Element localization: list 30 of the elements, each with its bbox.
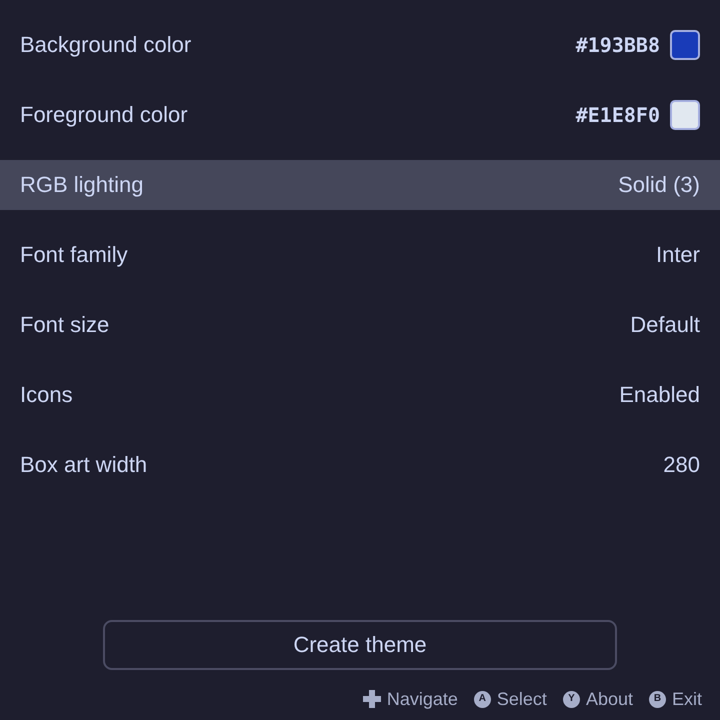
settings-row[interactable]: RGB lighting Solid (3) [0, 160, 720, 210]
setting-label: RGB lighting [20, 172, 144, 198]
controller-key-icon: B [648, 690, 666, 708]
hint-label: Select [496, 688, 547, 710]
dpad-icon [362, 690, 381, 708]
hint-label: About [586, 688, 633, 710]
setting-label: Background color [20, 32, 192, 58]
setting-value: Default [630, 312, 700, 338]
settings-row[interactable]: Font family Inter [0, 230, 720, 280]
settings-row[interactable]: Icons Enabled [0, 370, 720, 420]
hex-value: #193BB8 [576, 33, 660, 57]
settings-row[interactable]: Background color #193BB8 [0, 20, 720, 70]
setting-label: Foreground color [20, 102, 188, 128]
hex-value: #E1E8F0 [576, 103, 660, 127]
controller-key-icon: A [474, 690, 491, 708]
setting-label: Icons [20, 382, 73, 408]
create-theme-button[interactable]: Create theme [103, 620, 617, 670]
setting-value: Enabled [619, 382, 700, 408]
setting-label: Box art width [20, 452, 148, 478]
setting-value: Solid (3) [618, 172, 700, 198]
settings-row[interactable]: Foreground color #E1E8F0 [0, 90, 720, 140]
setting-value: Inter [656, 242, 700, 268]
hint-label: Exit [672, 688, 702, 710]
setting-label: Font size [20, 312, 110, 338]
controller-key-icon: Y [562, 690, 580, 708]
setting-value: 280 [663, 452, 700, 478]
settings-row[interactable]: Font size Default [0, 300, 720, 350]
settings-row[interactable]: Box art width 280 [0, 440, 720, 490]
setting-label: Font family [20, 242, 128, 268]
hint-label: Navigate [386, 688, 458, 710]
